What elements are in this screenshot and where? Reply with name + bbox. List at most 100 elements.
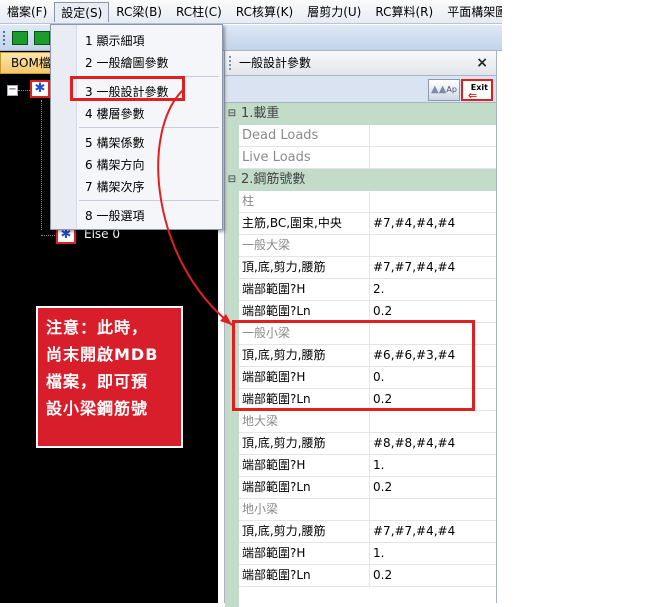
property-row[interactable]: 端部範圍?Ln 0.2 xyxy=(225,477,496,499)
row-gutter xyxy=(225,257,239,279)
menu-rc-quantity[interactable]: RC算料(R) xyxy=(368,2,440,22)
settings-dropdown-menu: 1 顯示細項 2 一般繪圖參數 3 一般設計參數 4 樓層參數 5 構架係數 6… xyxy=(50,24,223,230)
row-gutter xyxy=(225,499,239,521)
category-label: 1.載重 xyxy=(239,103,496,125)
row-gutter xyxy=(225,235,239,257)
menu-file[interactable]: 檔案(F) xyxy=(0,2,54,22)
property-value[interactable] xyxy=(370,125,496,147)
tree-collapse-toggle[interactable]: − xyxy=(7,85,18,96)
row-gutter xyxy=(225,565,239,587)
property-row[interactable]: 主筋,BC,圍束,中央 #7,#4,#4,#4 xyxy=(225,213,496,235)
property-row[interactable]: Live Loads xyxy=(225,147,496,169)
menu-plan-frame[interactable]: 平面構架圖(I) xyxy=(440,2,502,22)
apply-button[interactable]: ▲▲Ap xyxy=(428,79,460,101)
toolbar-button-2[interactable] xyxy=(34,31,50,45)
menu-rc-beam[interactable]: RC梁(B) xyxy=(109,2,169,22)
group-label: 地大梁 xyxy=(239,411,370,433)
row-gutter xyxy=(225,191,239,213)
group-label: 柱 xyxy=(239,191,370,213)
annotation-line: 注意：此時， xyxy=(46,318,149,337)
property-value[interactable]: 0.2 xyxy=(370,565,496,587)
panel-grip[interactable] xyxy=(229,56,231,70)
property-value[interactable]: #7,#7,#4,#4 xyxy=(370,257,496,279)
property-row[interactable]: 端部範圍?H 1. xyxy=(225,455,496,477)
property-value[interactable]: #7,#7,#4,#4 xyxy=(370,521,496,543)
property-value[interactable]: 0.2 xyxy=(370,477,496,499)
property-value[interactable]: #7,#4,#4,#4 xyxy=(370,213,496,235)
grid-filler xyxy=(225,587,496,607)
property-name: 端部範圍?H xyxy=(239,543,370,565)
group-row: 柱 xyxy=(225,191,496,213)
menu-settings[interactable]: 設定(S) xyxy=(54,1,110,22)
menu-bar: 檔案(F) 設定(S) RC梁(B) RC柱(C) RC核算(K) 層剪力(U)… xyxy=(0,0,502,24)
category-row[interactable]: ⊟ 2.鋼筋號數 xyxy=(225,169,496,191)
toolbar-button-1[interactable] xyxy=(12,31,28,45)
property-name: 主筋,BC,圍束,中央 xyxy=(239,213,370,235)
menu-item-frame-direction[interactable]: 6 構架方向 xyxy=(85,156,144,173)
menu-separator xyxy=(79,200,219,201)
row-gutter xyxy=(225,521,239,543)
close-icon[interactable]: × xyxy=(476,51,488,75)
tree-connector xyxy=(41,235,55,236)
group-label: 地小梁 xyxy=(239,499,370,521)
tree-connector xyxy=(41,100,42,230)
property-panel-header: 一般設計參數 × xyxy=(224,50,497,76)
annotation-note: 注意：此時， 尚末開啟MDB 檔案，即可預 設小梁鋼筋號 xyxy=(36,306,183,448)
annotation-line: 設小梁鋼筋號 xyxy=(46,399,149,418)
apply-button-label: Ap xyxy=(446,85,457,94)
annotation-line: 尚末開啟MDB xyxy=(46,345,159,364)
exit-button[interactable]: Exit ⇐ xyxy=(461,79,493,101)
property-value[interactable]: 1. xyxy=(370,455,496,477)
property-row[interactable]: 頂,底,剪力,腰筋 #7,#7,#4,#4 xyxy=(225,521,496,543)
property-row[interactable]: 端部範圍?Ln 0.2 xyxy=(225,565,496,587)
property-row[interactable]: Dead Loads xyxy=(225,125,496,147)
group-value xyxy=(370,191,496,213)
toolbar-grip[interactable] xyxy=(3,31,6,45)
row-gutter xyxy=(225,587,239,607)
menu-item-show-details[interactable]: 1 顯示細項 xyxy=(85,32,144,49)
row-gutter xyxy=(225,147,239,169)
category-row[interactable]: ⊟ 1.載重 xyxy=(225,103,496,125)
property-row[interactable]: 頂,底,剪力,腰筋 #8,#8,#4,#4 xyxy=(225,433,496,455)
menu-story-shear[interactable]: 層剪力(U) xyxy=(300,2,368,22)
property-value[interactable] xyxy=(370,147,496,169)
menu-item-frame-factor[interactable]: 5 構架係數 xyxy=(85,134,144,151)
menu-rc-check[interactable]: RC核算(K) xyxy=(229,2,300,22)
menu-item-frame-order[interactable]: 7 構架次序 xyxy=(85,178,144,195)
menu-item-general-options[interactable]: 8 一般選項 xyxy=(85,207,144,224)
group-value xyxy=(370,235,496,257)
group-value xyxy=(370,499,496,521)
property-row[interactable]: 端部範圍?H 1. xyxy=(225,543,496,565)
group-row: 地大梁 xyxy=(225,411,496,433)
tree-connector xyxy=(18,90,30,91)
property-value[interactable]: 1. xyxy=(370,543,496,565)
property-panel-title: 一般設計參數 xyxy=(239,56,312,70)
menu-separator xyxy=(79,127,219,128)
category-label: 2.鋼筋號數 xyxy=(239,169,496,191)
property-row[interactable]: 端部範圍?H 2. xyxy=(225,279,496,301)
property-row[interactable]: 頂,底,剪力,腰筋 #7,#7,#4,#4 xyxy=(225,257,496,279)
highlight-box xyxy=(70,76,185,101)
row-gutter xyxy=(225,543,239,565)
row-gutter xyxy=(225,213,239,235)
mountain-icon: ▲▲ xyxy=(431,84,447,95)
row-gutter xyxy=(225,455,239,477)
row-gutter xyxy=(225,477,239,499)
row-gutter xyxy=(225,433,239,455)
group-row: 地小梁 xyxy=(225,499,496,521)
property-name: 端部範圍?Ln xyxy=(239,565,370,587)
menu-item-story-params[interactable]: 4 樓層參數 xyxy=(85,105,144,122)
property-name: Dead Loads xyxy=(239,125,370,147)
property-name: 端部範圍?Ln xyxy=(239,477,370,499)
tree-node-icon[interactable]: ✱ xyxy=(30,80,50,98)
collapse-icon[interactable]: ⊟ xyxy=(225,169,239,191)
menu-item-drawing-params[interactable]: 2 一般繪圖參數 xyxy=(85,54,168,71)
annotation-line: 檔案，即可預 xyxy=(46,372,149,391)
property-name: 頂,底,剪力,腰筋 xyxy=(239,257,370,279)
property-value[interactable]: 2. xyxy=(370,279,496,301)
menu-rc-column[interactable]: RC柱(C) xyxy=(169,2,229,22)
group-label: 一般大梁 xyxy=(239,235,370,257)
property-value[interactable]: #8,#8,#4,#4 xyxy=(370,433,496,455)
highlight-box xyxy=(232,320,475,411)
collapse-icon[interactable]: ⊟ xyxy=(225,103,239,125)
